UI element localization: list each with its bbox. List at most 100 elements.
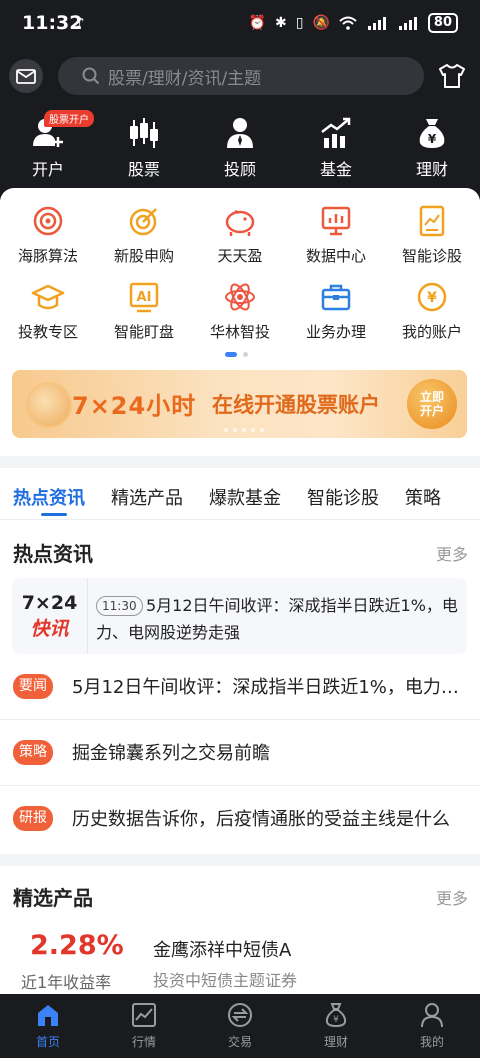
grid-item-smart-diagnose[interactable]: 智能诊股: [384, 204, 480, 280]
status-time: 11:32: [22, 12, 83, 34]
money-bag-icon: ¥: [415, 116, 449, 150]
ai-icon: AI: [127, 280, 161, 314]
signal-icon: [367, 17, 386, 30]
yen-coin-icon: ¥: [415, 280, 449, 314]
grid-label: 新股申购: [113, 247, 174, 265]
bottom-nav-label: 首页: [35, 1035, 60, 1049]
nav-label: 股票: [127, 160, 160, 179]
news-item[interactable]: 研报 历史数据告诉你，后疫情通胀的受益主线是什么: [0, 786, 480, 852]
news-title: 历史数据告诉你，后疫情通胀的受益主线是什么: [72, 809, 450, 830]
nav-advisor[interactable]: 投顾: [192, 116, 288, 180]
more-link[interactable]: 更多: [436, 541, 468, 565]
bottom-nav-wealth[interactable]: ¥ 理财: [288, 994, 384, 1058]
piggy-bank-icon: [223, 204, 257, 238]
news-title: 5月12日午间收评：深成指半日跌近1%，电力、电网股逆势走强: [72, 677, 464, 698]
grid-item-investor-edu[interactable]: 投教专区: [0, 280, 96, 356]
grid-label: 我的账户: [401, 323, 462, 341]
bottom-nav-market[interactable]: 行情: [96, 994, 192, 1058]
atom-icon: [223, 280, 257, 314]
wifi-icon: [339, 16, 357, 30]
function-card: 海豚算法 新股申购 天天盈 数据中心 智能诊股 投教专区 AI 智能盯盘 华林智: [0, 188, 480, 456]
more-link[interactable]: 更多: [436, 885, 468, 909]
grid-item-data-center[interactable]: 数据中心: [288, 204, 384, 280]
promo-banner[interactable]: 7×24小时 在线开通股票账户 立即开户: [12, 370, 467, 438]
coin-icon: [26, 382, 72, 428]
monitor-chart-icon: [319, 204, 353, 238]
flash-news-card[interactable]: 7×24 快讯 11:30 5月12日午间收评：深成指半日跌近1%，电力、电网股…: [12, 578, 467, 654]
bottom-nav-label: 我的: [419, 1035, 444, 1049]
bottom-nav-label: 交易: [227, 1035, 252, 1049]
search-placeholder: 股票/理财/资讯/主题: [108, 68, 262, 89]
briefcase-icon: [319, 280, 353, 314]
news-item[interactable]: 要闻 5月12日午间收评：深成指半日跌近1%，电力、电网股逆势走强: [0, 654, 480, 720]
news-title: 掘金锦囊系列之交易前瞻: [72, 743, 270, 764]
product-rate: 2.28%: [30, 930, 124, 961]
search-input[interactable]: 股票/理财/资讯/主题: [58, 57, 424, 95]
product-desc: 投资中短债主题证券: [153, 971, 298, 990]
svg-text:¥: ¥: [427, 290, 437, 306]
tiktok-notification-icon: ♪: [75, 14, 85, 32]
wealth-icon: ¥: [325, 1003, 347, 1028]
grid-label: 业务办理: [305, 323, 366, 341]
tab-hot-news[interactable]: 热点资讯: [13, 468, 85, 518]
open-account-badge: 股票开户: [44, 110, 94, 127]
bottom-nav-trade[interactable]: 交易: [192, 994, 288, 1058]
mail-icon: [16, 68, 36, 84]
flash-logo-top: 7×24: [21, 591, 78, 614]
home-icon: [38, 1005, 58, 1026]
tab-hot-funds[interactable]: 爆款基金: [209, 468, 281, 518]
grid-label: 华林智投: [209, 323, 270, 341]
nav-label: 开户: [31, 160, 64, 179]
nav-fund[interactable]: 基金: [288, 116, 384, 180]
market-chart-icon: [132, 1003, 156, 1027]
grid-item-tiantianying[interactable]: 天天盈: [192, 204, 288, 280]
nav-stock[interactable]: 股票: [96, 116, 192, 180]
news-item[interactable]: 策略 掘金锦囊系列之交易前瞻: [0, 720, 480, 786]
bottom-nav-home[interactable]: 首页: [0, 994, 96, 1058]
nav-wealth[interactable]: ¥ 理财: [384, 116, 480, 180]
battery-indicator: 80: [427, 13, 458, 33]
flash-text: 5月12日午间收评：深成指半日跌近1%，电力、电网股逆势走强: [96, 596, 458, 642]
grid-item-my-account[interactable]: ¥ 我的账户: [384, 280, 480, 356]
product-rate-label: 近1年收益率: [21, 973, 112, 992]
grid-item-ipo-subscribe[interactable]: 新股申购: [96, 204, 192, 280]
graduation-cap-icon: [31, 280, 65, 314]
banner-pager: [224, 428, 264, 432]
advisor-icon: [223, 116, 257, 150]
grid-item-business[interactable]: 业务办理: [288, 280, 384, 356]
search-icon: [82, 67, 100, 85]
news-tag: 策略: [13, 740, 53, 765]
nav-label: 投顾: [223, 160, 256, 179]
main-nav: 股票开户 开户 股票 投顾 基金 ¥ 理财: [0, 110, 480, 180]
nav-open-account[interactable]: 股票开户 开户: [0, 110, 96, 180]
pager-dot-active: [225, 352, 237, 357]
theme-button[interactable]: [436, 60, 468, 92]
hot-news-section: 热点资讯 更多 7×24 快讯 11:30 5月12日午间收评：深成指半日跌近1…: [0, 520, 480, 854]
grid-item-hualin-invest[interactable]: 华林智投: [192, 280, 288, 356]
svg-text:AI: AI: [137, 290, 152, 305]
bluetooth-icon: ✱: [275, 15, 287, 31]
grid-label: 海豚算法: [17, 247, 78, 265]
product-name[interactable]: 金鹰添祥中短债A: [153, 936, 291, 962]
function-grid: 海豚算法 新股申购 天天盈 数据中心 智能诊股 投教专区 AI 智能盯盘 华林智: [0, 204, 480, 356]
grid-label: 投教专区: [17, 323, 78, 341]
tab-smart-diagnose[interactable]: 智能诊股: [307, 468, 379, 518]
bottom-nav-mine[interactable]: 我的: [384, 994, 480, 1058]
section-title: 精选产品: [13, 886, 93, 910]
open-account-now-button[interactable]: 立即开户: [407, 379, 457, 429]
grid-item-dolphin-algo[interactable]: 海豚算法: [0, 204, 96, 280]
grid-pager: [225, 352, 248, 357]
tshirt-icon: [439, 64, 465, 88]
pager-dot: [243, 352, 248, 357]
grid-item-smart-watch[interactable]: AI 智能盯盘: [96, 280, 192, 356]
grid-label: 智能诊股: [401, 247, 462, 265]
banner-subtitle: 在线开通股票账户: [212, 393, 380, 417]
status-bar: 11:32 ♪ ⏰ ✱ ▯ 🔕 80: [0, 0, 480, 48]
profile-icon: [421, 1003, 443, 1028]
alarm-icon: ⏰: [248, 15, 267, 31]
message-button[interactable]: [9, 59, 43, 93]
tab-strategy[interactable]: 策略: [405, 468, 441, 518]
nav-label: 理财: [415, 160, 448, 179]
tab-featured-products[interactable]: 精选产品: [111, 468, 183, 518]
vibrate-icon: ▯: [295, 15, 304, 31]
